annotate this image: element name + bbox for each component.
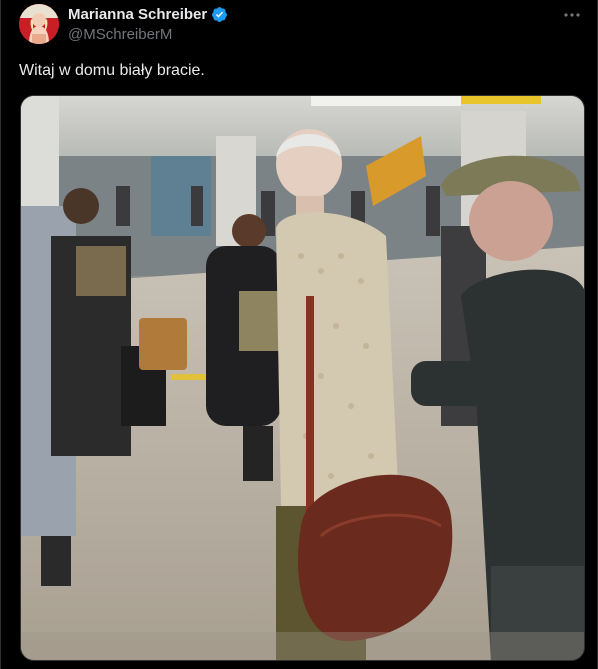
airport-terminal-photo	[21, 96, 584, 660]
more-options-icon[interactable]	[561, 4, 583, 26]
tweet-text: Witaj w domu biały bracie.	[19, 62, 205, 79]
avatar[interactable]	[19, 4, 59, 44]
avatar-image	[19, 4, 59, 44]
verified-badge-icon[interactable]	[211, 6, 228, 23]
author-handle[interactable]: @MSchreiberM	[68, 26, 172, 43]
author-display-name[interactable]: Marianna Schreiber	[68, 6, 207, 23]
tweet-photo[interactable]	[20, 95, 585, 661]
author-name-row: Marianna Schreiber	[68, 6, 228, 23]
tweet: Marianna Schreiber @MSchreiberM Witaj w …	[0, 0, 598, 669]
